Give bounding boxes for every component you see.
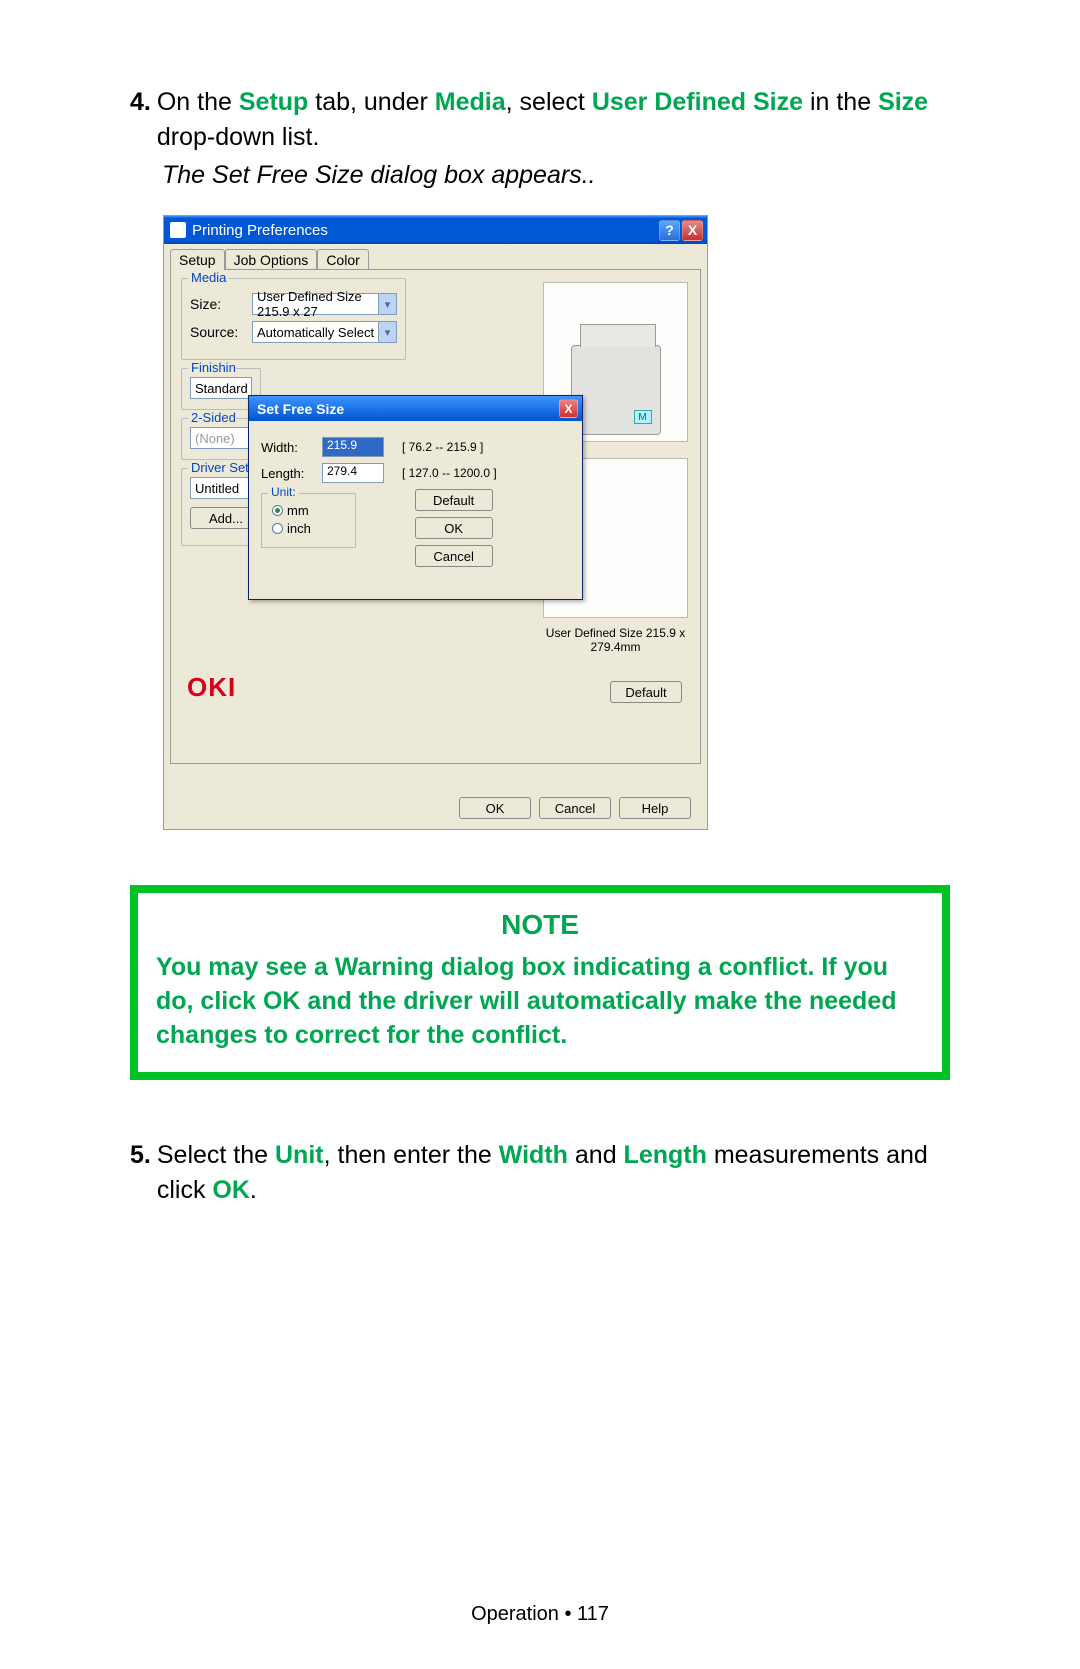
kw-setup: Setup (239, 88, 308, 116)
kw-size: Size (878, 88, 928, 116)
window-title: Printing Preferences (192, 222, 328, 239)
step-5-text: Select the Unit, then enter the Width an… (157, 1138, 950, 1208)
dialog-default-button[interactable]: Default (415, 489, 493, 511)
tab-setup[interactable]: Setup (170, 249, 225, 270)
cancel-button[interactable]: Cancel (539, 797, 611, 819)
width-range: [ 76.2 -- 215.9 ] (402, 440, 483, 454)
length-label: Length: (261, 466, 316, 481)
length-range: [ 127.0 -- 1200.0 ] (402, 466, 497, 480)
printer-badge: M (634, 410, 652, 424)
titlebar-close-button[interactable]: X (682, 220, 703, 241)
twosided-legend: 2-Sided Pr (188, 410, 236, 425)
source-dropdown[interactable]: Automatically Select ▾ (252, 321, 397, 343)
chevron-down-icon: ▾ (378, 322, 396, 342)
unit-group: Unit: mm inch (261, 493, 356, 548)
kw-width: Width (499, 1141, 568, 1169)
kw-unit: Unit (275, 1141, 324, 1169)
unit-inch-radio[interactable]: inch (272, 521, 345, 536)
radio-icon (272, 505, 283, 516)
step-4: 4. On the Setup tab, under Media, select… (130, 85, 950, 155)
width-label: Width: (261, 440, 316, 455)
help-button[interactable]: Help (619, 797, 691, 819)
length-input[interactable]: 279.4 (322, 463, 384, 483)
titlebar-help-button[interactable]: ? (659, 220, 680, 241)
width-input[interactable]: 215.9 (322, 437, 384, 457)
tab-strip: Setup Job Options Color (164, 244, 707, 269)
media-group: Media Size: User Defined Size 215.9 x 27… (181, 278, 406, 360)
window-bottom-buttons: OK Cancel Help (164, 797, 707, 819)
finishing-legend: Finishing M (188, 360, 236, 375)
printing-preferences-window: 🖨 Printing Preferences ? X Setup Job Opt… (163, 215, 708, 830)
window-titlebar: 🖨 Printing Preferences ? X (164, 216, 707, 244)
dialog-titlebar: Set Free Size X (249, 396, 582, 421)
printer-icon: 🖨 (170, 222, 186, 238)
kw-length: Length (624, 1141, 707, 1169)
dialog-ok-button[interactable]: OK (415, 517, 493, 539)
default-button[interactable]: Default (610, 681, 682, 703)
kw-user-defined-size: User Defined Size (592, 88, 803, 116)
kw-ok: OK (212, 1176, 250, 1204)
step-4-text: On the Setup tab, under Media, select Us… (157, 85, 950, 155)
dialog-title: Set Free Size (257, 401, 344, 417)
footer-page-number: 117 (577, 1603, 609, 1625)
step-5-number: 5. (130, 1138, 151, 1208)
size-dropdown[interactable]: User Defined Size 215.9 x 27 ▾ (252, 293, 397, 315)
twosided-dropdown[interactable]: (None) (190, 427, 252, 449)
chevron-down-icon: ▾ (378, 294, 396, 314)
page-footer: Operation • 117 (0, 1603, 1080, 1626)
note-title: NOTE (156, 909, 924, 941)
oki-logo: OKI (187, 672, 236, 703)
note-box: NOTE You may see a Warning dialog box in… (130, 885, 950, 1080)
note-body: You may see a Warning dialog box indicat… (156, 951, 924, 1052)
footer-section: Operation (471, 1603, 559, 1625)
step-5: 5. Select the Unit, then enter the Width… (130, 1138, 950, 1208)
set-free-size-dialog: Set Free Size X Width: 215.9 [ 76.2 -- 2… (248, 395, 583, 600)
source-label: Source: (190, 324, 246, 340)
dialog-cancel-button[interactable]: Cancel (415, 545, 493, 567)
kw-media: Media (435, 88, 506, 116)
radio-icon (272, 523, 283, 534)
ok-button[interactable]: OK (459, 797, 531, 819)
unit-legend: Unit: (268, 485, 299, 499)
printer-shape: M (571, 345, 661, 435)
unit-mm-radio[interactable]: mm (272, 503, 345, 518)
dialog-close-button[interactable]: X (559, 399, 578, 418)
finishing-dropdown[interactable]: Standard (190, 377, 252, 399)
media-legend: Media (188, 270, 229, 285)
paper-preview-label: User Defined Size 215.9 x 279.4mm (543, 626, 688, 654)
step-4-result: The Set Free Size dialog box appears.. (162, 161, 950, 190)
size-label: Size: (190, 296, 246, 312)
step-4-number: 4. (130, 85, 151, 155)
tab-job-options[interactable]: Job Options (225, 249, 318, 270)
tab-color[interactable]: Color (317, 249, 368, 270)
setup-panel: M User Defined Size 215.9 x 279.4mm Medi… (170, 269, 701, 764)
